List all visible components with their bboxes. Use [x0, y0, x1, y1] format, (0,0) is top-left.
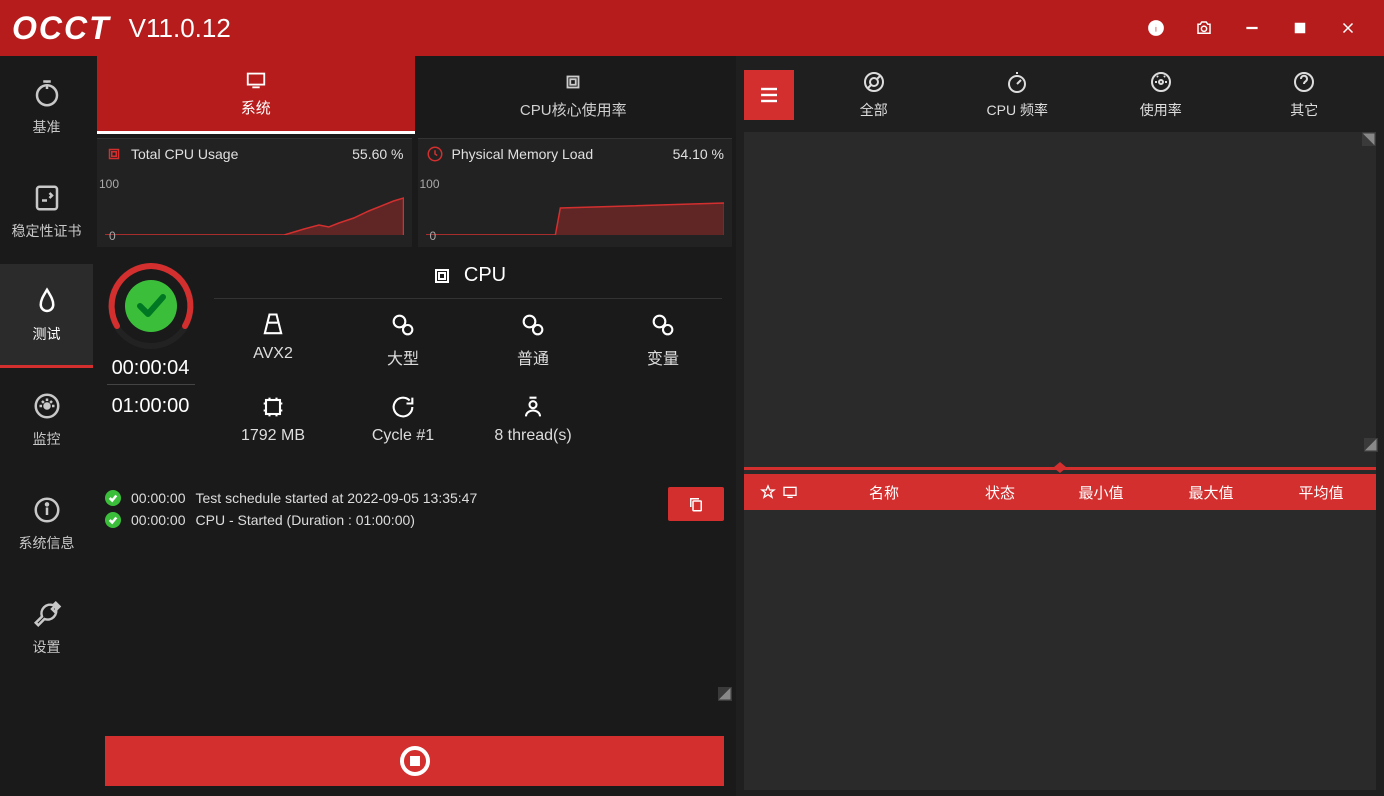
cpu-icon — [105, 145, 123, 163]
filter-other[interactable]: 其它 — [1233, 65, 1377, 125]
nav-stability[interactable]: 稳定性证书 — [0, 160, 93, 264]
stop-icon — [400, 746, 430, 776]
check-icon — [105, 490, 121, 506]
tab-system[interactable]: 系统 — [97, 56, 415, 134]
param-dataset: 大型 — [338, 311, 468, 369]
status-ring-icon — [106, 261, 196, 351]
nav-test[interactable]: 测试 — [0, 264, 93, 368]
star-icon[interactable] — [760, 484, 776, 500]
metric-cpu-label: Total CPU Usage — [131, 146, 238, 162]
test-log: 00:00:00 Test schedule started at 2022-0… — [97, 487, 732, 531]
tab-cpu-core-label: CPU核心使用率 — [520, 99, 627, 120]
elapsed-time: 00:00:04 — [112, 357, 190, 380]
log-line: 00:00:00 Test schedule started at 2022-0… — [105, 487, 724, 509]
nav-sysinfo-label: 系统信息 — [19, 533, 75, 553]
log-msg: Test schedule started at 2022-09-05 13:3… — [196, 490, 478, 506]
chart-cpu: 100 0 — [97, 169, 412, 247]
minimize-button[interactable] — [1228, 4, 1276, 52]
metric-mem-value: 54.10 % — [673, 146, 724, 162]
filter-cpu-freq[interactable]: CPU 频率 — [946, 65, 1090, 125]
table-body — [744, 510, 1376, 790]
test-header: CPU — [214, 253, 722, 299]
app-logo: OCCT — [12, 10, 111, 47]
center-panel: 系统 CPU核心使用率 Total CPU Usage 55.60 % 100 … — [93, 56, 736, 796]
maximize-button[interactable] — [1276, 4, 1324, 52]
log-line: 00:00:00 CPU - Started (Duration : 01:00… — [105, 509, 724, 531]
filter-usage[interactable]: 使用率 — [1089, 65, 1233, 125]
chart-mem: 100 0 — [418, 169, 733, 247]
param-load: 变量 — [598, 311, 728, 369]
memory-icon — [426, 145, 444, 163]
test-header-label: CPU — [464, 264, 506, 287]
nav-monitor-label: 监控 — [33, 429, 61, 449]
filter-all[interactable]: 全部 — [802, 65, 946, 125]
metric-mem: Physical Memory Load 54.10 % 100 0 — [418, 138, 733, 247]
param-threads: 8 thread(s) — [468, 393, 598, 445]
col-avg[interactable]: 平均值 — [1266, 482, 1376, 503]
info-button[interactable]: i — [1132, 4, 1180, 52]
nav-sysinfo[interactable]: 系统信息 — [0, 472, 93, 576]
param-cycle: Cycle #1 — [338, 393, 468, 445]
tab-cpu-core[interactable]: CPU核心使用率 — [415, 56, 733, 134]
col-name[interactable]: 名称 — [814, 482, 954, 503]
screenshot-button[interactable] — [1180, 4, 1228, 52]
tab-system-label: 系统 — [241, 97, 271, 118]
log-time: 00:00:00 — [131, 490, 186, 506]
param-memory: 1792 MB — [208, 393, 338, 445]
nav-settings-label: 设置 — [33, 637, 61, 657]
log-msg: CPU - Started (Duration : 01:00:00) — [196, 512, 415, 528]
svg-text:i: i — [1155, 23, 1158, 35]
app-version: V11.0.12 — [129, 13, 231, 44]
graph-area — [744, 132, 1376, 460]
col-max[interactable]: 最大值 — [1156, 482, 1266, 503]
metric-cpu-value: 55.60 % — [352, 146, 403, 162]
nav-stability-label: 稳定性证书 — [12, 221, 82, 241]
metric-cpu: Total CPU Usage 55.60 % 100 0 — [97, 138, 412, 247]
nav-benchmark[interactable]: 基准 — [0, 56, 93, 160]
menu-button[interactable] — [744, 70, 794, 120]
nav-test-label: 测试 — [33, 324, 61, 344]
check-icon — [105, 512, 121, 528]
param-mode: 普通 — [468, 311, 598, 369]
col-status[interactable]: 状态 — [954, 482, 1046, 503]
col-min[interactable]: 最小值 — [1046, 482, 1156, 503]
param-instruction-set: AVX2 — [208, 311, 338, 369]
vertical-splitter[interactable] — [744, 460, 1376, 474]
resize-handle[interactable] — [718, 687, 732, 701]
monitor-icon[interactable] — [782, 484, 798, 500]
expand-handle[interactable] — [1362, 132, 1376, 146]
nav-settings[interactable]: 设置 — [0, 576, 93, 680]
close-button[interactable] — [1324, 4, 1372, 52]
nav-monitor[interactable]: 监控 — [0, 368, 93, 472]
stop-button[interactable] — [105, 736, 724, 786]
nav-sidebar: 基准 稳定性证书 测试 监控 系统信息 设置 — [0, 56, 93, 796]
test-status: 00:00:04 01:00:00 — [97, 253, 204, 457]
table-header: 名称 状态 最小值 最大值 平均值 — [744, 474, 1376, 510]
expand-handle[interactable] — [1364, 438, 1378, 452]
monitoring-panel: 全部 CPU 频率 使用率 其它 名称 状态 最小值 最大值 平均值 — [736, 56, 1384, 796]
total-duration: 01:00:00 — [112, 395, 190, 418]
log-time: 00:00:00 — [131, 512, 186, 528]
metric-mem-label: Physical Memory Load — [452, 146, 594, 162]
nav-benchmark-label: 基准 — [33, 117, 61, 137]
copy-log-button[interactable] — [668, 487, 724, 521]
titlebar: OCCT V11.0.12 i — [0, 0, 1384, 56]
